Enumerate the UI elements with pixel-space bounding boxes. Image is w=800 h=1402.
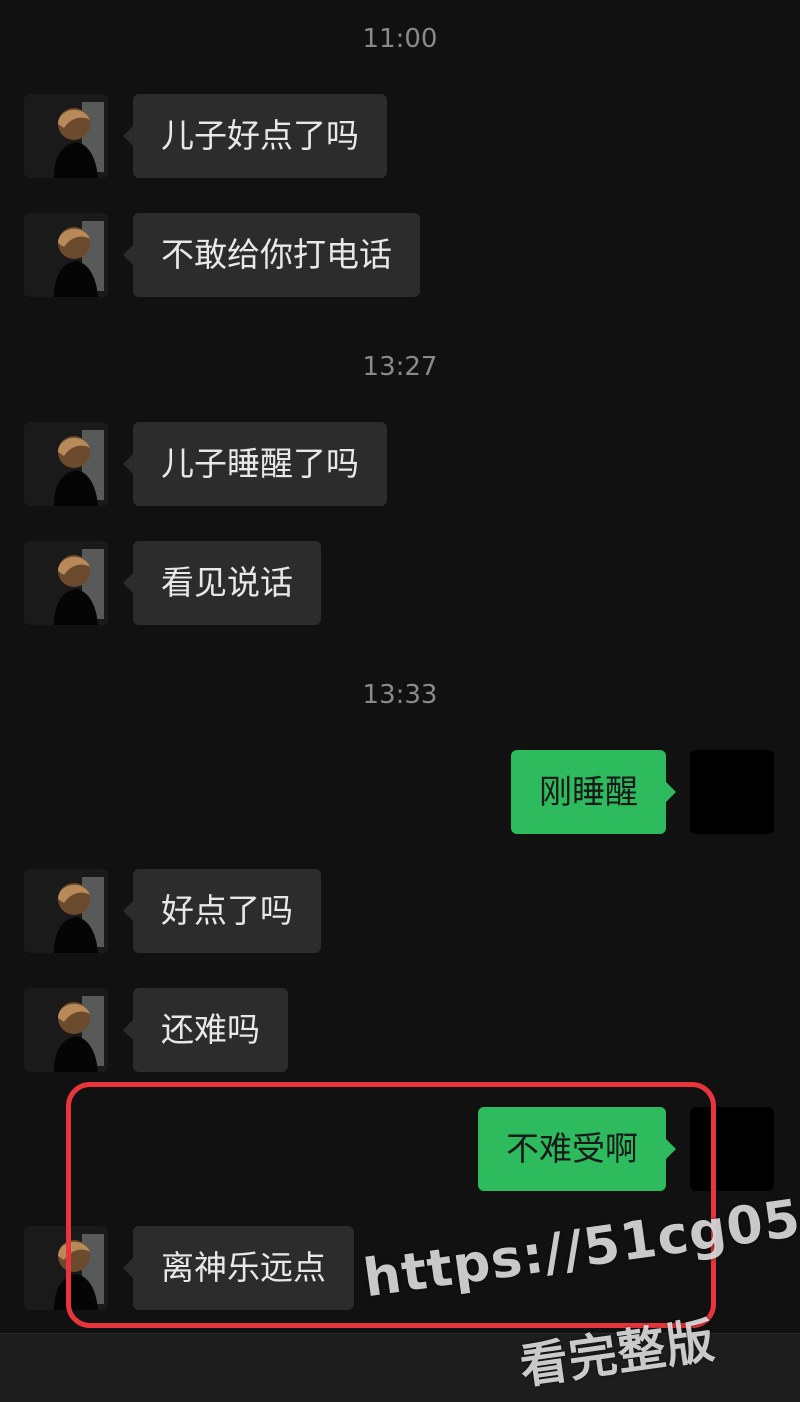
- incoming-message[interactable]: 好点了吗: [123, 869, 321, 953]
- timestamp: 11:00: [362, 24, 438, 54]
- contact-avatar[interactable]: [24, 541, 108, 625]
- incoming-message[interactable]: 儿子睡醒了吗: [123, 422, 387, 506]
- contact-photo-icon: [24, 988, 108, 1072]
- contact-photo-icon: [24, 541, 108, 625]
- incoming-message[interactable]: 还难吗: [123, 988, 288, 1072]
- contact-avatar[interactable]: [24, 213, 108, 297]
- outgoing-message[interactable]: 刚睡醒: [511, 750, 676, 834]
- contact-photo-icon: [24, 94, 108, 178]
- self-avatar[interactable]: [690, 750, 774, 834]
- chat-history[interactable]: 11:00 儿子好点了吗 不敢给你打电话 13:27 儿子睡醒了吗 看见说话 1…: [0, 0, 800, 1401]
- contact-photo-icon: [24, 213, 108, 297]
- timestamp: 13:33: [362, 680, 438, 710]
- contact-avatar[interactable]: [24, 94, 108, 178]
- contact-photo-icon: [24, 869, 108, 953]
- incoming-message[interactable]: 儿子好点了吗: [123, 94, 387, 178]
- contact-avatar[interactable]: [24, 988, 108, 1072]
- incoming-message[interactable]: 看见说话: [123, 541, 321, 625]
- timestamp: 13:27: [362, 352, 438, 382]
- incoming-message[interactable]: 不敢给你打电话: [123, 213, 420, 297]
- contact-avatar[interactable]: [24, 422, 108, 506]
- contact-avatar[interactable]: [24, 869, 108, 953]
- contact-photo-icon: [24, 422, 108, 506]
